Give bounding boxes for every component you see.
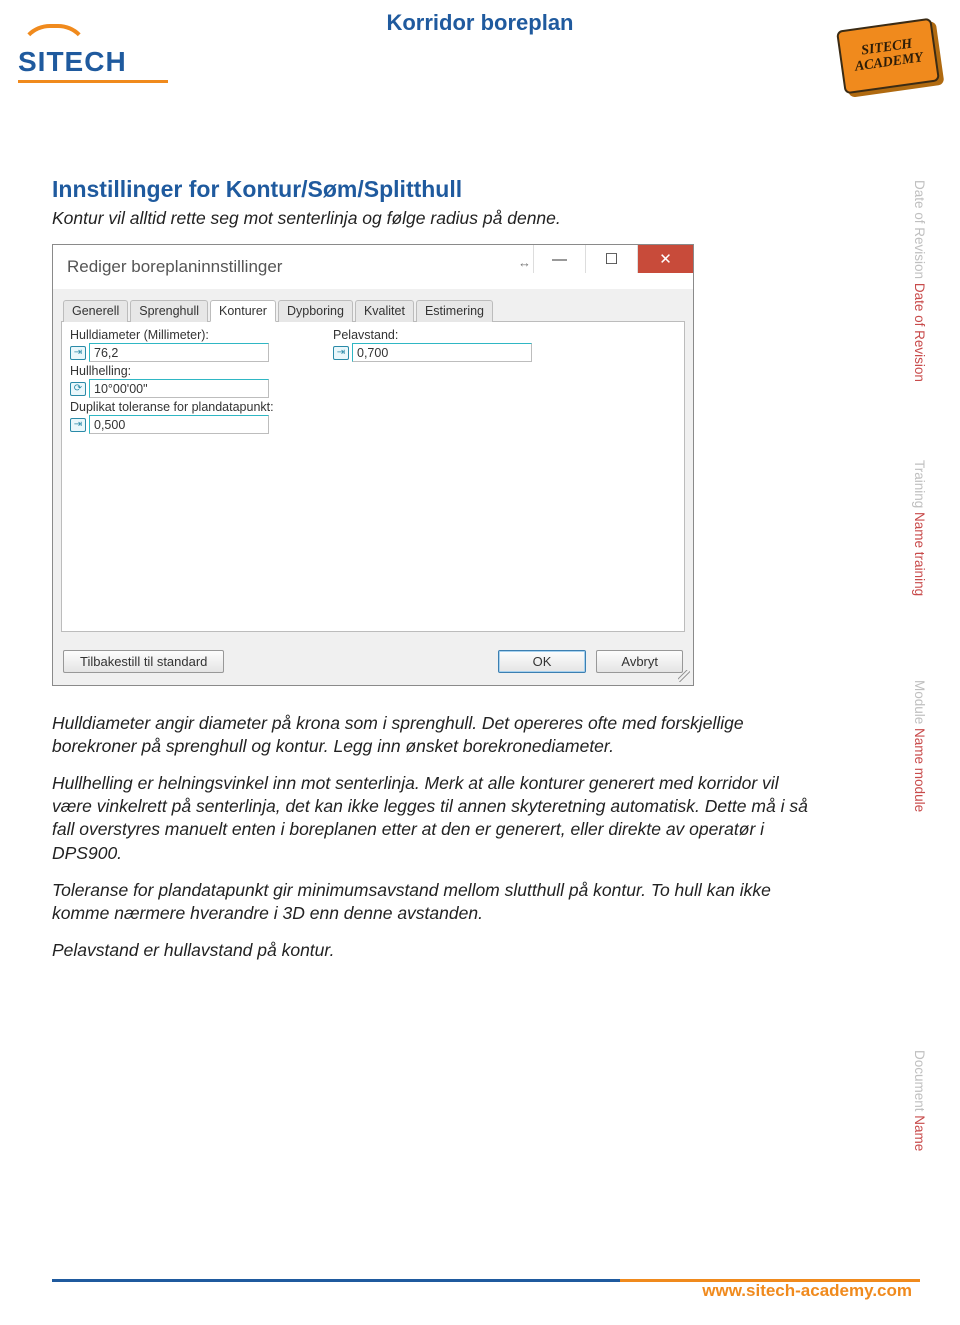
label-pelavstand: Pelavstand: (333, 328, 532, 342)
meta-revision-label: Date of Revision (912, 180, 927, 279)
field-pelavstand: Pelavstand: ⇥ 0,700 (333, 328, 532, 362)
paragraph-hullhelling: Hullhelling er helningsvinkel inn mot se… (52, 772, 812, 864)
maximize-button[interactable]: ☐ (585, 245, 637, 273)
meta-document-label: Document (912, 1050, 927, 1112)
width-icon: ⇥ (70, 418, 86, 432)
tab-kvalitet[interactable]: Kvalitet (355, 300, 414, 322)
label-hulldiameter: Hulldiameter (Millimeter): (70, 328, 269, 342)
sitech-logo: SITECH (18, 34, 178, 84)
tab-generell[interactable]: Generell (63, 300, 128, 322)
close-button[interactable]: ✕ (637, 245, 693, 273)
width-icon: ⇥ (333, 346, 349, 360)
reset-button[interactable]: Tilbakestill til standard (63, 650, 224, 673)
input-pelavstand[interactable]: 0,700 (352, 343, 532, 362)
logo-underline (18, 80, 168, 83)
meta-training-label: Training (912, 460, 927, 508)
cancel-button[interactable]: Avbryt (596, 650, 683, 673)
page-header: Korridor boreplan SITECH SITECH ACADEMY (0, 6, 960, 90)
footer-url: www.sitech-academy.com (702, 1281, 912, 1301)
tab-konturer[interactable]: Konturer (210, 300, 276, 322)
meta-module: Module Name module (912, 680, 927, 812)
tab-sprenghull[interactable]: Sprenghull (130, 300, 208, 322)
tab-panel-konturer: Hulldiameter (Millimeter): ⇥ 76,2 Pelavs… (61, 322, 685, 632)
meta-document: Document Name (912, 1050, 927, 1151)
input-hulldiameter[interactable]: 76,2 (89, 343, 269, 362)
meta-module-label: Module (912, 680, 927, 724)
page-footer: www.sitech-academy.com (0, 1265, 960, 1295)
angle-icon (70, 382, 86, 396)
field-hullhelling: Hullhelling: 10°00'00" (70, 364, 676, 398)
resize-horizontal-icon[interactable]: ↔ (518, 255, 531, 270)
meta-training-value: Name training (912, 512, 927, 596)
paragraph-toleranse: Toleranse for plandatapunkt gir minimums… (52, 879, 812, 925)
input-hullhelling[interactable]: 10°00'00" (89, 379, 269, 398)
paragraph-pelavstand: Pelavstand er hullavstand på kontur. (52, 939, 812, 962)
dialog-titlebar[interactable]: Rediger boreplaninnstillinger ↔ — ☐ ✕ (53, 245, 693, 289)
input-duplikat[interactable]: 0,500 (89, 415, 269, 434)
resize-grip-icon[interactable] (678, 670, 690, 682)
dialog-button-row: Tilbakestill til standard OK Avbryt (53, 640, 693, 685)
meta-module-value: Name module (912, 728, 927, 812)
paragraph-hulldiameter: Hulldiameter angir diameter på krona som… (52, 712, 812, 758)
meta-revision-value: Date of Revision (912, 283, 927, 382)
field-hulldiameter: Hulldiameter (Millimeter): ⇥ 76,2 (70, 328, 269, 362)
meta-training: Training Name training (912, 460, 927, 596)
academy-badge: SITECH ACADEMY (836, 18, 940, 95)
dialog-title: Rediger boreplaninnstillinger (67, 257, 282, 277)
ok-button[interactable]: OK (498, 650, 587, 673)
tab-estimering[interactable]: Estimering (416, 300, 493, 322)
field-duplikat-toleranse: Duplikat toleranse for plandatapunkt: ⇥ … (70, 400, 676, 434)
main-content: Innstillinger for Kontur/Søm/Splitthull … (52, 176, 812, 976)
dialog-body: Generell Sprenghull Konturer Dypboring K… (53, 289, 693, 640)
tab-strip: Generell Sprenghull Konturer Dypboring K… (61, 299, 685, 322)
logo-text: SITECH (18, 46, 127, 78)
settings-dialog: Rediger boreplaninnstillinger ↔ — ☐ ✕ Ge… (52, 244, 694, 686)
tab-dypboring[interactable]: Dypboring (278, 300, 353, 322)
minimize-button[interactable]: — (533, 245, 585, 273)
meta-revision: Date of Revision Date of Revision (912, 180, 927, 382)
meta-document-value: Name (912, 1115, 927, 1151)
window-buttons: — ☐ ✕ (533, 245, 693, 289)
width-icon: ⇥ (70, 346, 86, 360)
side-metadata: Date of Revision Date of Revision Traini… (912, 180, 932, 1180)
section-heading: Innstillinger for Kontur/Søm/Splitthull (52, 176, 812, 203)
label-duplikat: Duplikat toleranse for plandatapunkt: (70, 400, 676, 414)
document-title: Korridor boreplan (0, 10, 960, 36)
label-hullhelling: Hullhelling: (70, 364, 676, 378)
footer-rule-blue (52, 1279, 620, 1282)
section-intro: Kontur vil alltid rette seg mot senterli… (52, 207, 812, 230)
